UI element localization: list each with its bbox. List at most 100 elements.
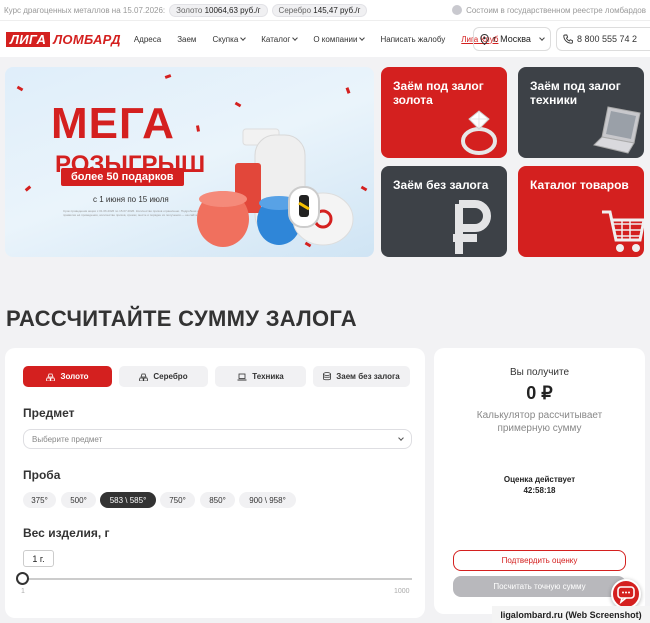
valid-label: Оценка действует: [503, 475, 576, 484]
nav-item-label: Написать жалобу: [380, 34, 446, 44]
source-watermark: ligalombard.ru (Web Screenshot): [492, 606, 650, 623]
probe-chip[interactable]: 375°: [23, 492, 56, 508]
item-select[interactable]: Выберите предмет: [23, 429, 412, 449]
probe-chip-selected[interactable]: 583 \ 585°: [100, 492, 156, 508]
nav-item-label: О компании: [313, 34, 358, 44]
nav-item-label: Адреса: [133, 34, 162, 44]
silver-value: 145,47 руб./г: [313, 5, 361, 15]
logo-part2: ЛОМБАРД: [53, 31, 121, 47]
silver-rate-pill: Серебро 145,47 руб./г: [271, 3, 368, 17]
silver-bars-icon: [139, 373, 149, 381]
tab-gold[interactable]: Золото: [23, 366, 112, 387]
laptop-icon: [593, 106, 641, 154]
logo-part1: ЛИГА: [6, 31, 51, 47]
gold-value: 10064,63 руб./г: [204, 5, 261, 15]
rates-label: Курс драгоценных металлов на 15.07.2026:: [4, 5, 166, 15]
chevron-down-icon: [359, 35, 366, 41]
registry-link[interactable]: Состоим в государственном реестре ломбар…: [452, 5, 646, 15]
tab-tech[interactable]: Техника: [215, 366, 306, 387]
silver-label: Серебро: [278, 5, 312, 15]
tab-silver[interactable]: Серебро: [119, 366, 208, 387]
nav-item-buyup[interactable]: Скупка: [212, 34, 247, 44]
chat-bubble-icon: [617, 586, 635, 605]
confetti-decoration: [164, 74, 172, 79]
weight-label: Вес изделия, г: [23, 526, 110, 540]
confirm-estimate-button[interactable]: Подтвердить оценку: [453, 550, 626, 571]
gold-bars-icon: [46, 373, 56, 381]
card-no-collateral-loan[interactable]: Заём без залога: [381, 166, 507, 257]
item-select-placeholder: Выберите предмет: [32, 434, 103, 444]
laptop-small-icon: [237, 373, 247, 380]
tab-label: Техника: [252, 372, 284, 381]
chevron-down-icon: [292, 35, 299, 41]
valid-timer: 42:58:18: [523, 486, 556, 495]
ruble-icon: [453, 200, 491, 254]
slider-min-label: 1: [21, 588, 25, 595]
tab-label: Серебро: [153, 372, 188, 381]
probe-chip[interactable]: 500°: [61, 492, 96, 508]
metal-rates-bar: Курс драгоценных металлов на 15.07.2026:…: [0, 0, 650, 20]
promo-badge: более 50 подарков: [61, 168, 184, 186]
gifts-illustration: [197, 128, 354, 247]
weight-slider-handle[interactable]: [16, 572, 29, 585]
nav-item-catalog[interactable]: Каталог: [261, 34, 299, 44]
main-navigation: ЛИГА ЛОМБАРД Адреса Заем Скупка Каталог …: [0, 20, 650, 57]
card-title: Заём под залог золота: [393, 79, 484, 107]
nav-item-label: Заем: [177, 34, 197, 44]
card-tech-loan[interactable]: Заём под залог техники: [518, 67, 644, 158]
site-logo[interactable]: ЛИГА ЛОМБАРД: [6, 31, 124, 47]
chevron-down-icon: [398, 435, 404, 441]
card-title: Каталог товаров: [530, 178, 629, 192]
result-note: Калькулятор рассчитывает примерную сумму: [476, 410, 603, 434]
nav-item-about[interactable]: О компании: [313, 34, 366, 44]
city-label: г. Москва: [493, 34, 531, 44]
weight-slider-track[interactable]: [23, 578, 412, 580]
slider-max-label: 1000: [394, 588, 410, 595]
promo-banner[interactable]: МЕГА РОЗЫГРЫШ более 50 подарков с 1 июня…: [5, 67, 374, 257]
gold-label: Золото: [176, 5, 203, 15]
tab-label: Заем без залога: [336, 372, 400, 381]
result-amount: 0 ₽: [526, 383, 553, 403]
city-selector[interactable]: г. Москва: [473, 27, 551, 51]
nav-item-complaint[interactable]: Написать жалобу: [380, 35, 445, 44]
nav-item-addresses[interactable]: Адреса: [134, 35, 161, 44]
location-pin-icon: [480, 33, 489, 45]
confetti-decoration: [234, 101, 242, 108]
promo-dates: с 1 июня по 15 июля: [93, 195, 169, 204]
calculator-panel: Золото Серебро Техника Заем без залога П…: [5, 348, 425, 618]
nav-item-label: Каталог: [261, 34, 291, 44]
card-gold-loan[interactable]: Заём под залог золота: [381, 67, 507, 158]
card-title: Заём без залога: [393, 178, 489, 192]
registry-text: Состоим в государственном реестре ломбар…: [466, 5, 646, 15]
phone-link[interactable]: 8 800 555 74 2: [556, 27, 650, 51]
confetti-decoration: [16, 85, 24, 92]
chat-button[interactable]: [611, 579, 641, 609]
calculator-heading: РАССЧИТАЙТЕ СУММУ ЗАЛОГА: [6, 306, 357, 331]
chevron-down-icon: [240, 35, 247, 41]
promo-title: МЕГА: [51, 99, 175, 148]
emblem-icon: [452, 5, 463, 15]
probe-chip[interactable]: 900 \ 958°: [239, 492, 296, 508]
phone-icon: [563, 34, 573, 44]
nav-item-loan[interactable]: Заем: [177, 35, 196, 44]
confetti-decoration: [24, 185, 32, 192]
probe-chip[interactable]: 850°: [200, 492, 235, 508]
probe-label: Проба: [23, 468, 61, 482]
card-catalog[interactable]: Каталог товаров: [518, 166, 644, 257]
result-panel: Вы получите 0 ₽ Калькулятор рассчитывает…: [434, 348, 645, 614]
tab-label: Золото: [60, 372, 89, 381]
nav-item-label: Скупка: [212, 34, 239, 44]
probe-chip[interactable]: 750°: [160, 492, 195, 508]
nav-menu: Адреса Заем Скупка Каталог О компании На…: [134, 35, 499, 44]
tab-no-collateral[interactable]: Заем без залога: [313, 366, 410, 387]
gold-rate-pill: Золото 10064,63 руб./г: [169, 3, 268, 17]
shopping-cart-icon: [602, 210, 644, 252]
calculate-exact-button[interactable]: Посчитать точную сумму: [453, 576, 626, 597]
diamond-ring-icon: [461, 110, 497, 155]
chevron-down-icon: [539, 35, 545, 41]
weight-input[interactable]: 1 г.: [23, 550, 54, 567]
phone-number: 8 800 555 74 2: [577, 34, 638, 44]
item-label: Предмет: [23, 406, 75, 420]
confetti-decoration: [345, 87, 351, 94]
coins-icon: [323, 372, 332, 381]
